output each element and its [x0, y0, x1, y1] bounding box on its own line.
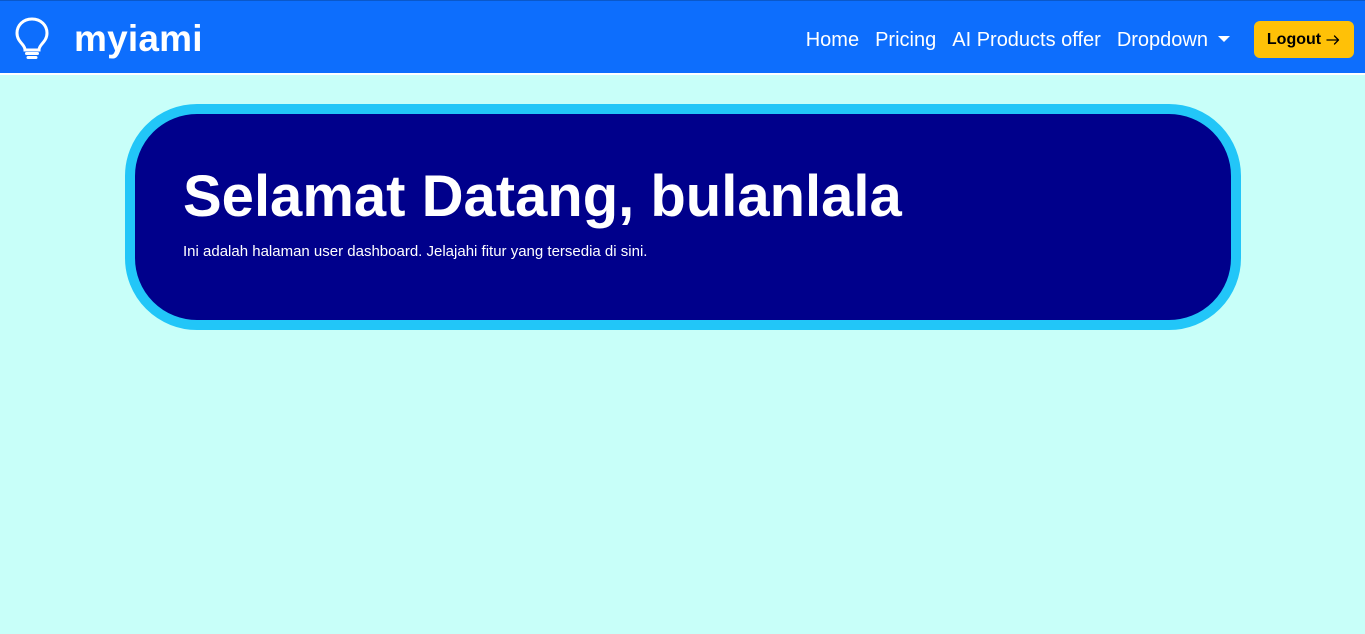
nav-dropdown-label: Dropdown: [1116, 29, 1208, 51]
arrow-right-icon: [1326, 34, 1340, 45]
brand-name: myiami: [74, 17, 203, 59]
welcome-subtitle: Ini adalah halaman user dashboard. Jelaj…: [183, 243, 648, 260]
nav-link-ai-products-offer[interactable]: AI Products offer: [952, 27, 1101, 53]
logout-button[interactable]: Logout: [1254, 21, 1354, 58]
welcome-banner: Selamat Datang, bulanlala Ini adalah hal…: [125, 104, 1241, 330]
caret-down-icon: [1218, 36, 1230, 42]
navbar: myiami Home Pricing AI Products offer Dr…: [0, 0, 1365, 75]
nav-link-pricing[interactable]: Pricing: [875, 27, 936, 53]
nav-dropdown-toggle[interactable]: Dropdown: [1117, 27, 1230, 53]
nav-links: Home Pricing AI Products offer Dropdown: [790, 27, 1230, 53]
logout-label: Logout: [1266, 30, 1322, 48]
lightbulb-icon: [15, 17, 49, 59]
brand-link[interactable]: myiami: [14, 16, 203, 60]
nav-link-home[interactable]: Home: [806, 27, 859, 53]
welcome-title: Selamat Datang, bulanlala: [183, 164, 902, 229]
